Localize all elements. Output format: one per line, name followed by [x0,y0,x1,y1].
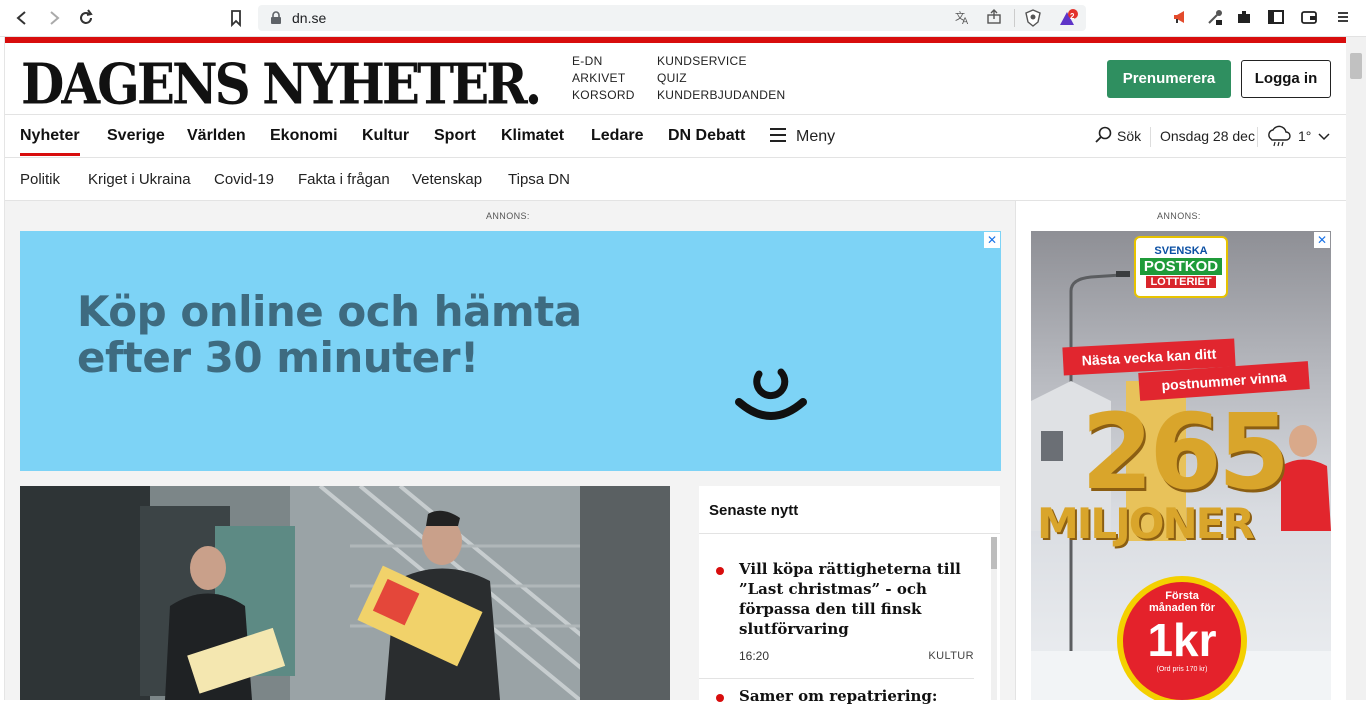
ad-label: ANNONS: [486,211,530,221]
quick-links-left: E-DN ARKIVET KORSORD [572,53,635,104]
link-quiz[interactable]: QUIZ [657,70,786,87]
subnav-item-fakta-i-fragan[interactable]: Fakta i frågan [298,171,390,188]
active-indicator [20,153,80,156]
chevron-down-icon[interactable] [1317,129,1331,143]
extensions-icon[interactable] [1234,8,1254,28]
news-category[interactable]: KULTUR [928,650,974,662]
lottery-logo-line1: SVENSKA [1154,245,1208,257]
nav-item-ekonomi[interactable]: Ekonomi [270,127,338,145]
login-button[interactable]: Logga in [1241,60,1331,98]
bookmark-icon[interactable] [226,8,246,28]
wallet-icon[interactable] [1299,8,1319,28]
share-icon[interactable] [985,9,1003,27]
site-logo[interactable]: DAGENS NYHETER. [21,51,542,118]
sidebar-toggle-icon[interactable] [1266,8,1286,28]
url-text[interactable]: dn.se [292,10,326,26]
advertiser-logo-icon [735,366,807,428]
news-title[interactable]: Vill köpa rättigheterna till ”Last chris… [739,559,969,639]
subscribe-button[interactable]: Prenumerera [1107,60,1231,98]
list-item[interactable]: Samer om repatriering: [699,686,989,706]
subnav-item-tipsa-dn[interactable]: Tipsa DN [508,171,570,188]
news-time: 16:20 [739,649,770,663]
search-button[interactable]: Sök [1117,128,1141,144]
ad-close-icon[interactable]: ✕ [1314,232,1330,248]
ad-headline-line2: efter 30 minuter! [77,333,479,382]
subnav-item-politik[interactable]: Politik [20,171,60,188]
page-scrollbar[interactable] [1346,37,1366,700]
nav-item-klimatet[interactable]: Klimatet [501,127,564,145]
breaking-dot-icon [716,567,724,575]
list-item[interactable]: Vill köpa rättigheterna till ”Last chris… [699,559,974,679]
breaking-dot-icon [716,694,724,702]
back-icon[interactable] [12,8,32,28]
current-date: Onsdag 28 dec [1160,128,1255,144]
latest-news-scrollbar[interactable] [991,537,997,700]
translate-icon[interactable]: 文A [953,9,971,27]
advertisement-banner[interactable]: Köp online och hämta efter 30 minuter! ✕ [20,231,1001,471]
lottery-logo-line2: POSTKOD [1140,258,1222,275]
main-nav: Nyheter Sverige Världen Ekonomi Kultur S… [5,115,1347,158]
search-icon[interactable] [1095,126,1113,144]
news-title[interactable]: Samer om repatriering: [739,686,969,706]
latest-news-header: Senaste nytt [699,486,1000,534]
latest-news-panel: Senaste nytt Vill köpa rättigheterna til… [699,486,1000,705]
temperature: 1° [1298,128,1312,144]
reload-icon[interactable] [76,8,96,28]
masthead: DAGENS NYHETER. E-DN ARKIVET KORSORD KUN… [5,43,1347,118]
lottery-logo: SVENSKA POSTKOD LOTTERIET [1134,236,1228,298]
ad-close-icon[interactable]: ✕ [984,232,1000,248]
brave-rewards-icon[interactable]: 2 [1058,9,1078,27]
browser-menu-icon[interactable] [1333,8,1353,28]
nav-item-sverige[interactable]: Sverige [107,127,165,145]
nav-item-dn-debatt[interactable]: DN Debatt [668,127,745,145]
divider [1014,9,1015,27]
subnav-item-kriget-i-ukraina[interactable]: Kriget i Ukraina [88,171,191,188]
weather-snow-icon[interactable] [1266,124,1292,148]
brave-shield-icon[interactable] [1024,9,1042,27]
address-bar[interactable]: dn.se 文A 2 [258,5,1086,31]
link-arkivet[interactable]: ARKIVET [572,70,635,87]
page: DAGENS NYHETER. E-DN ARKIVET KORSORD KUN… [4,37,1347,705]
link-korsord[interactable]: KORSORD [572,87,635,104]
link-kunderbjudanden[interactable]: KUNDERBJUDANDEN [657,87,786,104]
forward-icon[interactable] [44,8,64,28]
ad-amount: 265 [1081,391,1290,513]
lottery-logo-line3: LOTTERIET [1146,276,1216,288]
ad-label: ANNONS: [1157,211,1201,221]
price-badge-note: (Ord pris 170 kr) [1156,666,1208,673]
price-badge-line2: månaden för [1148,602,1215,614]
subnav-item-covid-19[interactable]: Covid-19 [214,171,274,188]
rewards-badge: 2 [1070,12,1075,21]
latest-news-title: Senaste nytt [709,502,799,519]
sub-nav: Politik Kriget i Ukraina Covid-19 Fakta … [5,158,1347,201]
price-badge-line1: Första [1165,590,1199,602]
eyedropper-icon[interactable] [1205,8,1225,28]
link-e-dn[interactable]: E-DN [572,53,635,70]
ad-amount-unit: MILJONER [1037,499,1255,548]
megaphone-icon[interactable] [1170,8,1190,28]
nav-item-nyheter[interactable]: Nyheter [20,127,80,145]
hero-image[interactable] [20,486,670,700]
price-badge: Första månaden för 1kr (Ord pris 170 kr) [1117,576,1247,700]
nav-item-varlden[interactable]: Världen [187,127,246,145]
menu-button[interactable]: Meny [796,128,835,146]
lock-icon[interactable] [268,10,284,26]
sidebar-advertisement[interactable]: SVENSKA POSTKOD LOTTERIET Nästa vecka ka… [1031,231,1331,700]
ad-headline-line1: Köp online och hämta [77,287,582,336]
link-kundservice[interactable]: KUNDSERVICE [657,53,786,70]
nav-item-sport[interactable]: Sport [434,127,476,145]
nav-item-kultur[interactable]: Kultur [362,127,409,145]
svg-text:A: A [962,17,969,25]
divider [1150,127,1151,147]
quick-links-right: KUNDSERVICE QUIZ KUNDERBJUDANDEN [657,53,786,104]
price-badge-price: 1kr [1147,614,1217,666]
divider [1257,127,1258,147]
subnav-item-vetenskap[interactable]: Vetenskap [412,171,482,188]
hamburger-icon[interactable] [770,128,786,142]
scrollbar-thumb[interactable] [1350,53,1362,79]
browser-toolbar: dn.se 文A 2 [0,0,1366,37]
nav-item-ledare[interactable]: Ledare [591,127,643,145]
